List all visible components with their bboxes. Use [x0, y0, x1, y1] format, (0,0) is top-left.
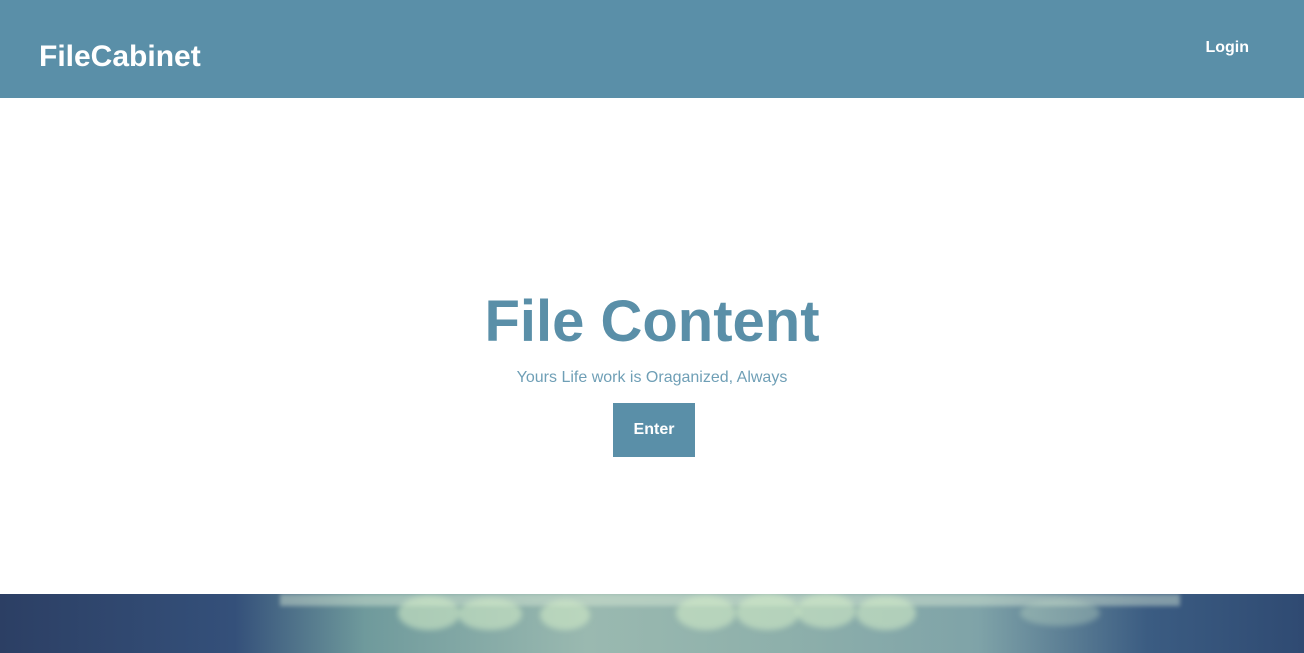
bokeh-light — [796, 594, 856, 628]
bokeh-light — [540, 600, 590, 630]
bokeh-light — [1020, 600, 1100, 626]
login-link[interactable]: Login — [1205, 38, 1249, 58]
background-photo — [0, 594, 1304, 653]
bokeh-light — [676, 596, 736, 630]
page: FileCabinet Login File Content Yours Lif… — [0, 0, 1304, 653]
bokeh-light — [458, 598, 522, 630]
bokeh-light — [398, 596, 460, 630]
bokeh-light — [856, 596, 916, 630]
enter-button[interactable]: Enter — [613, 403, 695, 457]
hero-subtitle: Yours Life work is Oraganized, Always — [516, 369, 788, 386]
navbar: FileCabinet Login — [0, 0, 1304, 98]
hero-title: File Content — [484, 289, 820, 354]
bokeh-light — [736, 594, 800, 630]
hero-section: File Content Yours Life work is Oraganiz… — [0, 98, 1304, 594]
brand-logo-link[interactable]: FileCabinet — [39, 38, 201, 76]
